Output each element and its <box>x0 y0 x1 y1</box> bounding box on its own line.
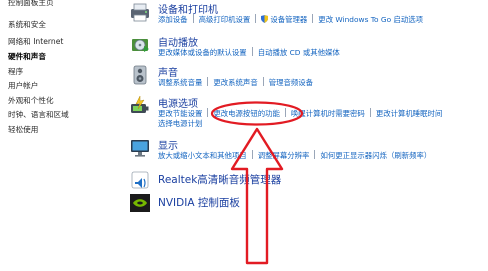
sidebar-item-clock-language[interactable]: 时钟、语言和区域 <box>8 109 69 120</box>
choose-power-plan-link[interactable]: 选择电源计划 <box>158 118 202 129</box>
change-media-defaults-link[interactable]: 更改媒体或设备的默认设置 <box>158 47 247 58</box>
category-links: 放大或缩小文本和其他项目 调整屏幕分辨率 如何更正显示器闪烁（刷新频率） <box>158 150 431 161</box>
display-icon <box>131 140 149 157</box>
realtek-audio-icon <box>131 171 149 189</box>
uac-shield-icon <box>261 15 269 23</box>
speaker-icon <box>133 65 147 85</box>
windows-to-go-link[interactable]: 更改 Windows To Go 启动选项 <box>318 14 423 25</box>
advanced-printer-setup-link[interactable]: 高级打印机设置 <box>199 14 251 25</box>
resize-text-link[interactable]: 放大或缩小文本和其他项目 <box>158 150 247 161</box>
sidebar-item-home[interactable]: 控制面板主页 <box>8 0 54 8</box>
autoplay-icon <box>132 39 149 52</box>
category-title[interactable]: NVIDIA 控制面板 <box>158 195 240 210</box>
sidebar-item-network[interactable]: 网络和 Internet <box>8 36 63 47</box>
category-links-row2: 选择电源计划 <box>158 118 202 129</box>
change-power-button-link[interactable]: 更改电源按钮的功能 <box>213 108 280 119</box>
sidebar: 控制面板主页 系统和安全 网络和 Internet 硬件和声音 程序 用户帐户 … <box>0 0 108 271</box>
category-links: 添加设备 高级打印机设置 设备管理器 更改 Windows To Go 启动选项 <box>158 14 423 25</box>
sidebar-item-system-security[interactable]: 系统和安全 <box>8 19 46 30</box>
change-system-sounds-link[interactable]: 更改系统声音 <box>213 77 257 88</box>
sidebar-item-appearance[interactable]: 外观和个性化 <box>8 95 54 106</box>
require-password-on-wake-link[interactable]: 唤醒计算机时需要密码 <box>291 108 365 119</box>
autoplay-cd-link[interactable]: 自动播放 CD 或其他媒体 <box>258 47 340 58</box>
nvidia-icon <box>130 194 150 212</box>
manage-audio-devices-link[interactable]: 管理音频设备 <box>269 77 313 88</box>
sidebar-item-user-accounts[interactable]: 用户帐户 <box>8 80 38 91</box>
change-sleep-time-link[interactable]: 更改计算机睡眠时间 <box>376 108 443 119</box>
category-links: 更改媒体或设备的默认设置 自动播放 CD 或其他媒体 <box>158 47 340 58</box>
adjust-volume-link[interactable]: 调整系统音量 <box>158 77 202 88</box>
device-manager-link[interactable]: 设备管理器 <box>270 14 307 25</box>
printer-icon <box>131 3 149 22</box>
category-links: 调整系统音量 更改系统声音 管理音频设备 <box>158 77 313 88</box>
sidebar-item-hardware-sound[interactable]: 硬件和声音 <box>8 51 46 62</box>
adjust-resolution-link[interactable]: 调整屏幕分辨率 <box>258 150 310 161</box>
sidebar-item-programs[interactable]: 程序 <box>8 66 23 77</box>
power-options-icon <box>131 95 149 113</box>
fix-flicker-link[interactable]: 如何更正显示器闪烁（刷新频率） <box>320 150 431 161</box>
category-title[interactable]: Realtek高清晰音频管理器 <box>158 172 281 187</box>
sidebar-item-ease-of-access[interactable]: 轻松使用 <box>8 124 38 135</box>
add-device-link[interactable]: 添加设备 <box>158 14 188 25</box>
